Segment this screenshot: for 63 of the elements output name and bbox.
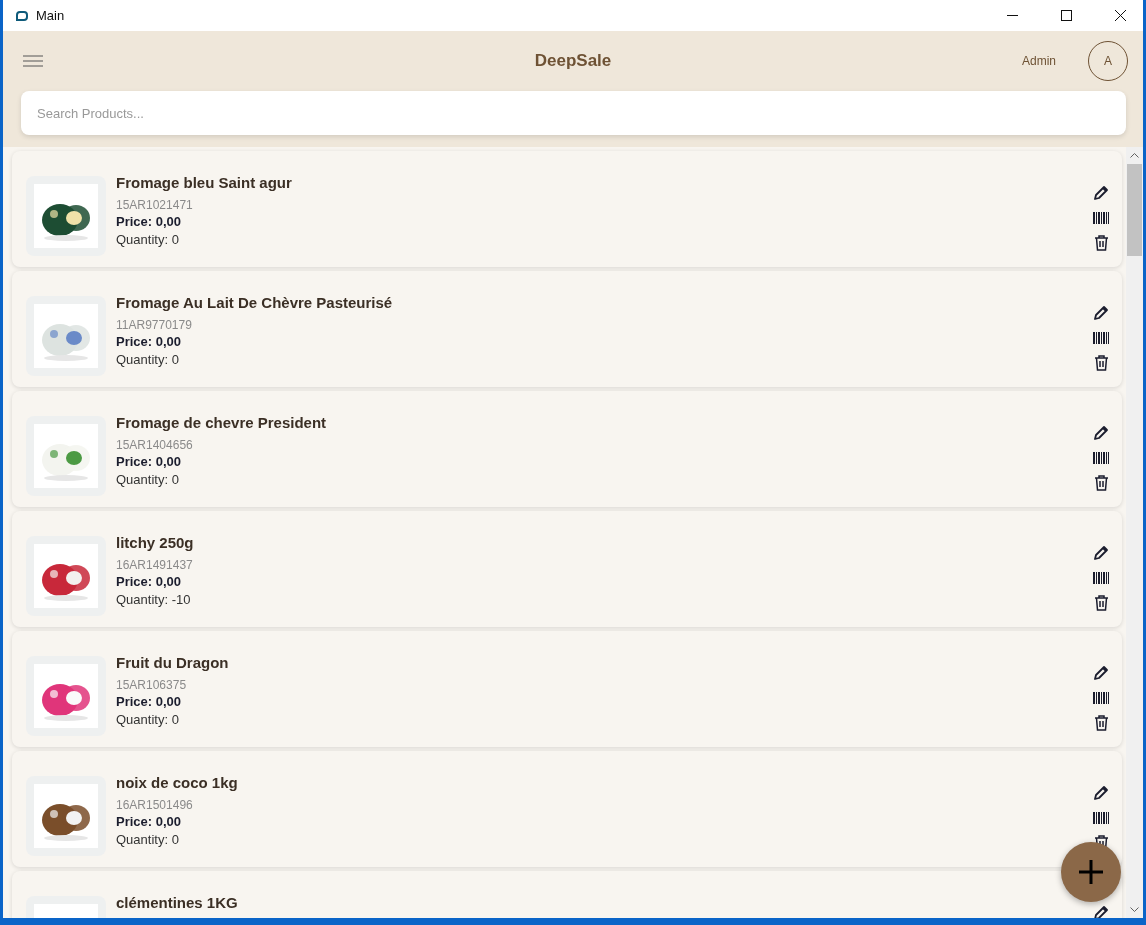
product-name: Fromage Au Lait De Chèvre Pasteurisé — [116, 294, 394, 312]
product-price: Price: 0,00 — [116, 813, 183, 831]
product-card[interactable]: clémentines 1KG — [12, 871, 1122, 918]
pencil-icon[interactable] — [1093, 425, 1109, 441]
product-quantity: Quantity: 0 — [116, 351, 180, 369]
product-quantity: Quantity: 0 — [116, 711, 180, 729]
trash-icon[interactable] — [1093, 475, 1109, 491]
app-logo-icon — [16, 10, 28, 21]
product-card[interactable]: litchy 250g 16AR1491437 Price: 0,00 Quantity: -10 — [12, 511, 1122, 627]
product-code: 15AR106375 — [116, 677, 188, 693]
product-price: Price: 0,00 — [116, 333, 183, 351]
product-code: 11AR9770179 — [116, 317, 193, 333]
barcode-icon[interactable] — [1093, 572, 1109, 584]
product-card[interactable]: Fromage bleu Saint agur 15AR1021471 Price: 0,00 Quantity: 0 — [12, 151, 1122, 267]
user-name: Admin — [1022, 54, 1056, 68]
product-card[interactable]: noix de coco 1kg 16AR1501496 Price: 0,00 Quantity: 0 — [12, 751, 1122, 867]
pencil-icon[interactable] — [1093, 665, 1109, 681]
product-price: Price: 0,00 — [116, 453, 183, 471]
pencil-icon[interactable] — [1093, 905, 1109, 918]
pencil-icon[interactable] — [1093, 785, 1109, 801]
barcode-icon[interactable] — [1093, 692, 1109, 704]
product-card[interactable]: Fromage Au Lait De Chèvre Pasteurisé 11AR9770179 Price: 0,00 Quantity: 0 — [12, 271, 1122, 387]
product-name: Fromage bleu Saint agur — [116, 174, 293, 192]
minimize-icon[interactable] — [1006, 15, 1018, 16]
product-code: 16AR1491437 — [116, 557, 194, 573]
app-title: DeepSale — [534, 51, 612, 71]
close-icon[interactable] — [1114, 10, 1126, 21]
trash-icon[interactable] — [1093, 355, 1109, 371]
product-code: 16AR1501496 — [116, 797, 194, 813]
window-title: Main — [36, 8, 66, 23]
product-code: 15AR1404656 — [116, 437, 194, 453]
product-quantity: Quantity: 0 — [116, 831, 180, 849]
scroll-thumb[interactable] — [1127, 164, 1142, 256]
product-quantity: Quantity: -10 — [116, 591, 192, 609]
barcode-icon[interactable] — [1093, 332, 1109, 344]
plus-icon — [1078, 859, 1104, 885]
search-field[interactable]: Search Products... — [21, 91, 1126, 135]
product-name: litchy 250g — [116, 534, 195, 552]
scroll-down-icon[interactable] — [1130, 907, 1139, 912]
pencil-icon[interactable] — [1093, 185, 1109, 201]
product-price: Price: 0,00 — [116, 213, 183, 231]
scrollbar[interactable] — [1126, 147, 1143, 918]
product-quantity: Quantity: 0 — [116, 231, 180, 249]
product-card[interactable]: Fromage de chevre President 15AR1404656 Price: 0,00 Quantity: 0 — [12, 391, 1122, 507]
pencil-icon[interactable] — [1093, 545, 1109, 561]
product-name: clémentines 1KG — [116, 894, 239, 912]
barcode-icon[interactable] — [1093, 452, 1109, 464]
trash-icon[interactable] — [1093, 595, 1109, 611]
product-quantity: Quantity: 0 — [116, 471, 180, 489]
product-code: 15AR1021471 — [116, 197, 194, 213]
product-name: noix de coco 1kg — [116, 774, 239, 792]
product-name: Fruit du Dragon — [116, 654, 230, 672]
maximize-icon[interactable] — [1060, 10, 1072, 21]
trash-icon[interactable] — [1093, 235, 1109, 251]
trash-icon[interactable] — [1093, 715, 1109, 731]
barcode-icon[interactable] — [1093, 212, 1109, 224]
barcode-icon[interactable] — [1093, 812, 1109, 824]
product-price: Price: 0,00 — [116, 693, 183, 711]
product-card[interactable]: Fruit du Dragon 15AR106375 Price: 0,00 Quantity: 0 — [12, 631, 1122, 747]
pencil-icon[interactable] — [1093, 305, 1109, 321]
scroll-up-icon[interactable] — [1130, 153, 1139, 158]
product-name: Fromage de chevre President — [116, 414, 328, 432]
product-price: Price: 0,00 — [116, 573, 183, 591]
